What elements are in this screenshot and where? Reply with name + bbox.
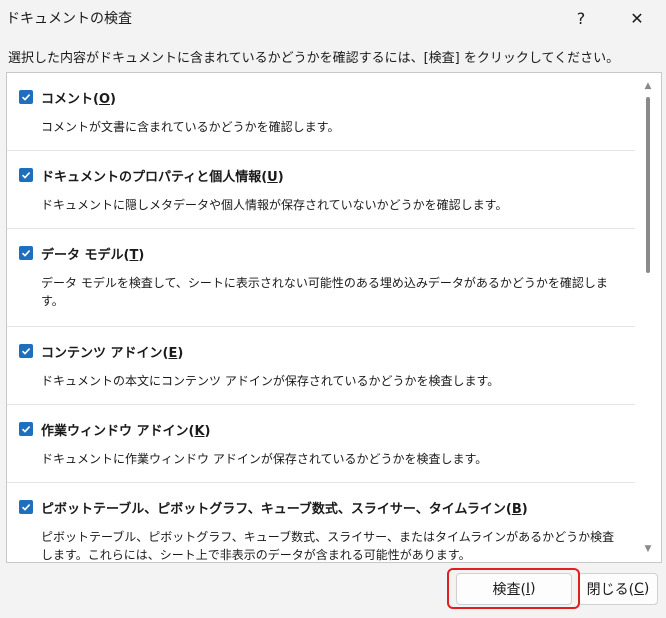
content-add-ins-label[interactable]: コンテンツ アドイン(E) (41, 342, 183, 361)
chevron-down-icon[interactable]: ▼ (643, 544, 653, 554)
checkmark-icon (21, 250, 31, 257)
list-item-data-model: データ モデル(T) データ モデルを検査して、シートに表示されない可能性のある… (7, 229, 637, 327)
chevron-up-icon[interactable]: ▲ (643, 81, 653, 91)
vertical-scrollbar[interactable]: ▲ ▼ (635, 73, 661, 562)
dialog-title: ドキュメントの検査 (6, 11, 132, 27)
instruction-text: 選択した内容がドキュメントに含まれているかどうかを確認するには、[検査] をクリ… (8, 51, 620, 66)
data-model-checkbox[interactable] (19, 246, 33, 260)
title-bar: ドキュメントの検査 ? ✕ (0, 0, 666, 36)
list-item-task-pane-add-ins: 作業ウィンドウ アドイン(K) ドキュメントに作業ウィンドウ アドインが保存され… (7, 405, 637, 483)
help-button[interactable]: ? (566, 4, 596, 32)
comments-description: コメントが文書に含まれているかどうかを確認します。 (41, 120, 340, 134)
inspect-button[interactable]: 検査(I) (456, 573, 572, 605)
scrollbar-thumb[interactable] (646, 97, 650, 273)
close-icon: ✕ (630, 8, 644, 28)
pivot-tables-label[interactable]: ピボットテーブル、ピボットグラフ、キューブ数式、スライサー、タイムライン(B) (41, 498, 528, 517)
checkmark-icon (21, 94, 31, 101)
inspection-list: コメント(O) コメントが文書に含まれているかどうかを確認します。 ドキュメント… (7, 73, 637, 562)
comments-label[interactable]: コメント(O) (41, 88, 116, 107)
list-item-pivot-tables: ピボットテーブル、ピボットグラフ、キューブ数式、スライサー、タイムライン(B) … (7, 483, 637, 562)
checkmark-icon (21, 172, 31, 179)
content-add-ins-checkbox[interactable] (19, 344, 33, 358)
checkmark-icon (21, 504, 31, 511)
document-properties-description: ドキュメントに隠しメタデータや個人情報が保存されていないかどうかを確認します。 (41, 198, 508, 212)
document-properties-label[interactable]: ドキュメントのプロパティと個人情報(U) (41, 166, 284, 185)
close-window-button[interactable]: ✕ (622, 4, 652, 32)
list-item-comments: コメント(O) コメントが文書に含まれているかどうかを確認します。 (7, 73, 637, 151)
pivot-tables-description: ピボットテーブル、ピボットグラフ、キューブ数式、スライサー、またはタイムラインが… (41, 530, 615, 562)
data-model-label[interactable]: データ モデル(T) (41, 244, 144, 263)
close-button[interactable]: 閉じる(C) (578, 573, 658, 605)
task-pane-add-ins-description: ドキュメントに作業ウィンドウ アドインが保存されているかどうかを検査します。 (41, 452, 488, 466)
inspection-list-panel[interactable]: コメント(O) コメントが文書に含まれているかどうかを確認します。 ドキュメント… (6, 72, 662, 563)
content-add-ins-description: ドキュメントの本文にコンテンツ アドインが保存されているかどうかを検査します。 (41, 374, 500, 388)
list-item-content-add-ins: コンテンツ アドイン(E) ドキュメントの本文にコンテンツ アドインが保存されて… (7, 327, 637, 405)
document-properties-checkbox[interactable] (19, 168, 33, 182)
comments-checkbox[interactable] (19, 90, 33, 104)
data-model-description: データ モデルを検査して、シートに表示されない可能性のある埋め込みデータがあるか… (41, 276, 608, 308)
checkmark-icon (21, 348, 31, 355)
pivot-tables-checkbox[interactable] (19, 500, 33, 514)
list-item-document-properties: ドキュメントのプロパティと個人情報(U) ドキュメントに隠しメタデータや個人情報… (7, 151, 637, 229)
task-pane-add-ins-label[interactable]: 作業ウィンドウ アドイン(K) (41, 420, 211, 439)
checkmark-icon (21, 426, 31, 433)
task-pane-add-ins-checkbox[interactable] (19, 422, 33, 436)
help-icon: ? (576, 8, 586, 28)
